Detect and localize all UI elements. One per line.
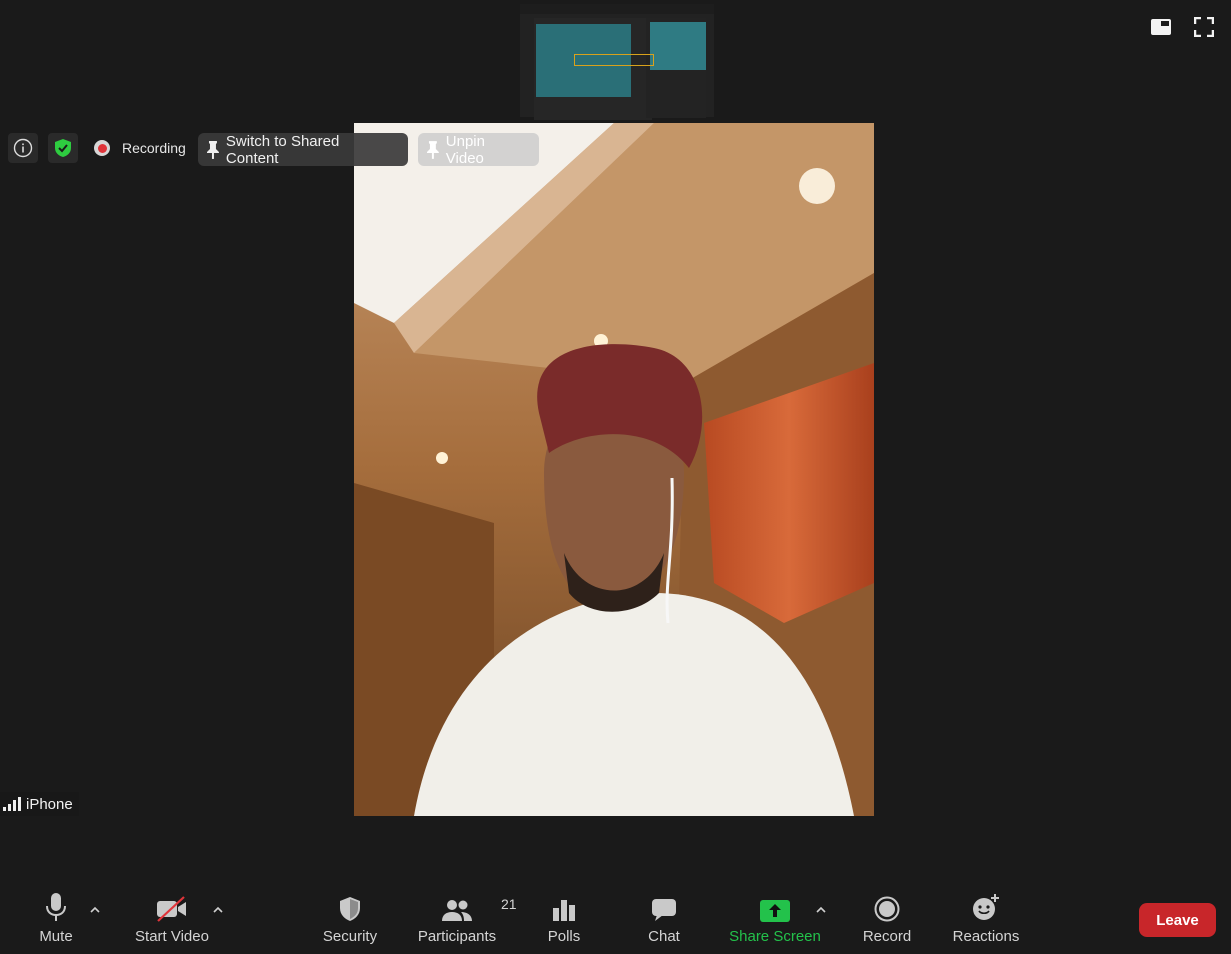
meeting-info-button[interactable] [8,133,38,163]
chat-button[interactable]: Chat [640,880,688,954]
layout-view-button[interactable] [1149,16,1173,38]
fullscreen-icon [1194,17,1214,37]
record-button[interactable]: Record [858,880,916,954]
audio-options-caret[interactable] [88,902,102,916]
layout-icon [1151,19,1171,35]
security-label: Security [322,928,378,945]
unpin-video-button[interactable]: Unpin Video [418,132,539,167]
security-button[interactable]: Security [318,880,382,954]
signal-icon [3,797,21,811]
record-icon [874,896,900,922]
recording-label: Recording [122,140,186,156]
meeting-toolbar: Mute Start Video Security 21 Participant… [0,880,1231,954]
recording-icon [94,140,110,156]
reactions-icon [973,894,999,920]
participants-button[interactable]: 21 Participants [414,880,517,954]
chevron-up-icon [90,906,100,913]
reactions-label: Reactions [952,928,1020,945]
microphone-icon [46,893,66,921]
video-frame [354,123,874,816]
pin-icon [426,140,439,159]
participant-name: iPhone [26,795,73,813]
polls-label: Polls [547,928,581,945]
record-label: Record [862,928,912,945]
switch-label: Switch to Shared Content [225,132,340,167]
polls-button[interactable]: Polls [540,880,588,954]
recording-indicator[interactable]: Recording [94,137,186,159]
mute-button[interactable]: Mute [30,880,82,954]
mute-label: Mute [39,928,73,945]
chat-label: Chat [648,928,680,945]
participants-icon [442,900,472,921]
participants-count: 21 [501,896,517,912]
start-video-button[interactable]: Start Video [128,880,216,954]
shared-content-thumbnail[interactable] [520,4,714,120]
share-screen-icon [760,900,790,922]
reactions-button[interactable]: Reactions [950,880,1022,954]
encryption-button[interactable] [48,133,78,163]
chat-icon [652,899,676,921]
chevron-up-icon [213,906,223,913]
shield-check-icon [55,139,71,157]
fullscreen-button[interactable] [1192,16,1216,38]
start-video-label: Start Video [135,928,209,945]
video-off-icon [157,896,186,922]
polls-icon [553,900,575,921]
participants-label: Participants [417,928,497,945]
unpin-label: Unpin Video [445,132,485,167]
share-options-caret[interactable] [814,902,828,916]
chevron-up-icon [816,906,826,913]
participant-name-tag: iPhone [0,792,79,816]
video-options-caret[interactable] [211,902,225,916]
leave-button[interactable]: Leave [1139,903,1216,937]
share-screen-label: Share Screen [729,928,821,945]
switch-to-shared-content-button[interactable]: Switch to Shared Content [198,132,408,167]
main-video [354,123,874,816]
shield-icon [340,897,360,921]
pin-icon [206,140,219,159]
share-screen-button[interactable]: Share Screen [728,880,822,954]
info-icon [13,138,33,158]
